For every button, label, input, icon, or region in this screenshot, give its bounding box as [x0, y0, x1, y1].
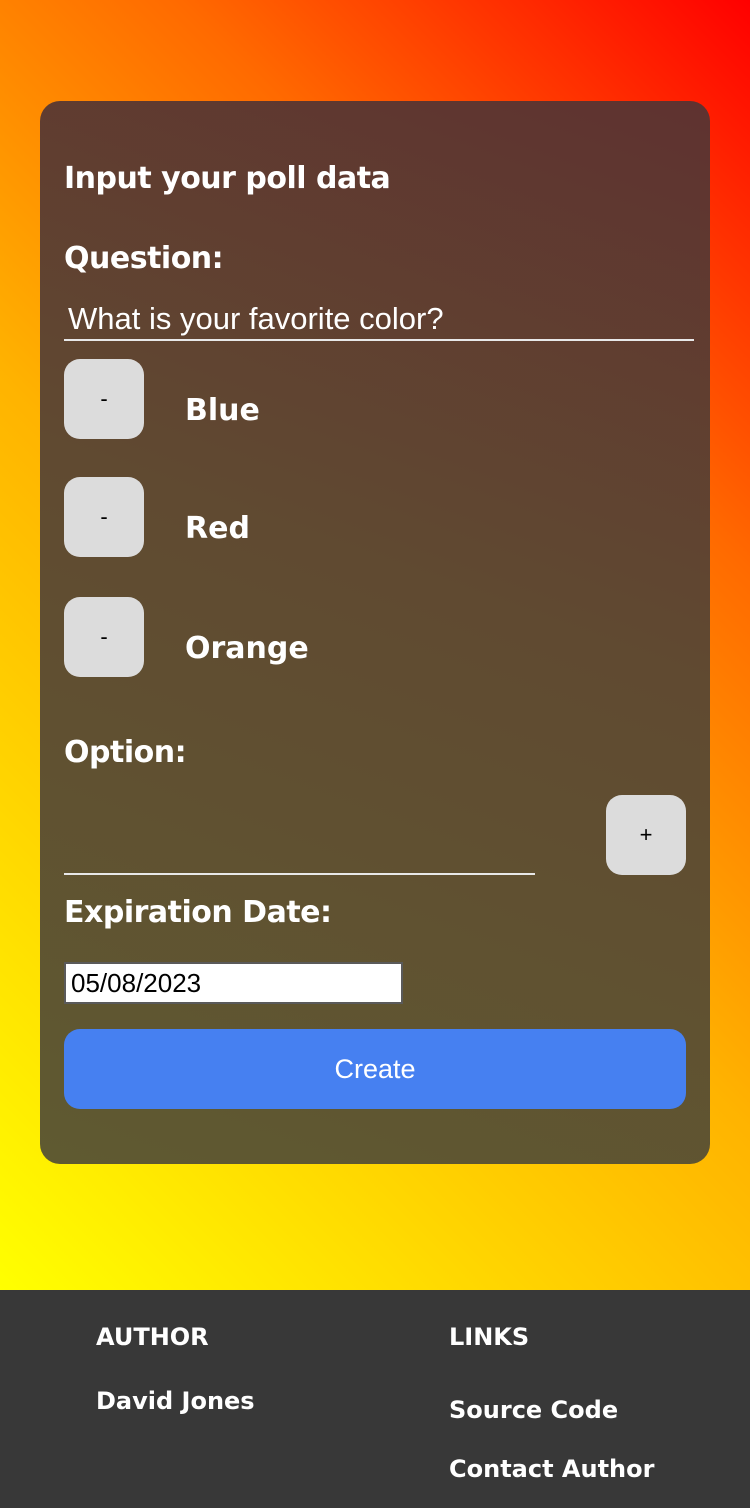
question-input[interactable]	[64, 299, 694, 341]
option-label-heading: Option:	[64, 735, 187, 770]
remove-option-button[interactable]: -	[64, 597, 144, 677]
page: Input your poll data Question: - Blue - …	[0, 0, 750, 1508]
gradient-background: Input your poll data Question: - Blue - …	[0, 0, 750, 1290]
footer: AUTHOR David Jones LINKS Source Code Con…	[0, 1290, 750, 1508]
expiration-label: Expiration Date:	[64, 895, 332, 930]
form-title: Input your poll data	[64, 161, 391, 196]
option-row-orange: - Orange	[64, 597, 694, 677]
create-button[interactable]: Create	[64, 1029, 686, 1109]
contact-author-link[interactable]: Contact Author	[449, 1455, 654, 1483]
option-label: Orange	[185, 631, 309, 666]
option-label: Red	[185, 511, 250, 546]
option-row-blue: - Blue	[64, 359, 694, 439]
option-input[interactable]	[64, 821, 535, 875]
links-heading: LINKS	[449, 1323, 530, 1351]
poll-form-card: Input your poll data Question: - Blue - …	[40, 101, 710, 1164]
option-row-red: - Red	[64, 477, 694, 557]
remove-option-button[interactable]: -	[64, 477, 144, 557]
add-option-button[interactable]: +	[606, 795, 686, 875]
author-heading: AUTHOR	[96, 1323, 209, 1351]
source-code-link[interactable]: Source Code	[449, 1396, 618, 1424]
expiration-date-input[interactable]	[64, 962, 403, 1004]
remove-option-button[interactable]: -	[64, 359, 144, 439]
question-label: Question:	[64, 241, 224, 276]
author-name: David Jones	[96, 1387, 255, 1415]
option-label: Blue	[185, 393, 260, 428]
